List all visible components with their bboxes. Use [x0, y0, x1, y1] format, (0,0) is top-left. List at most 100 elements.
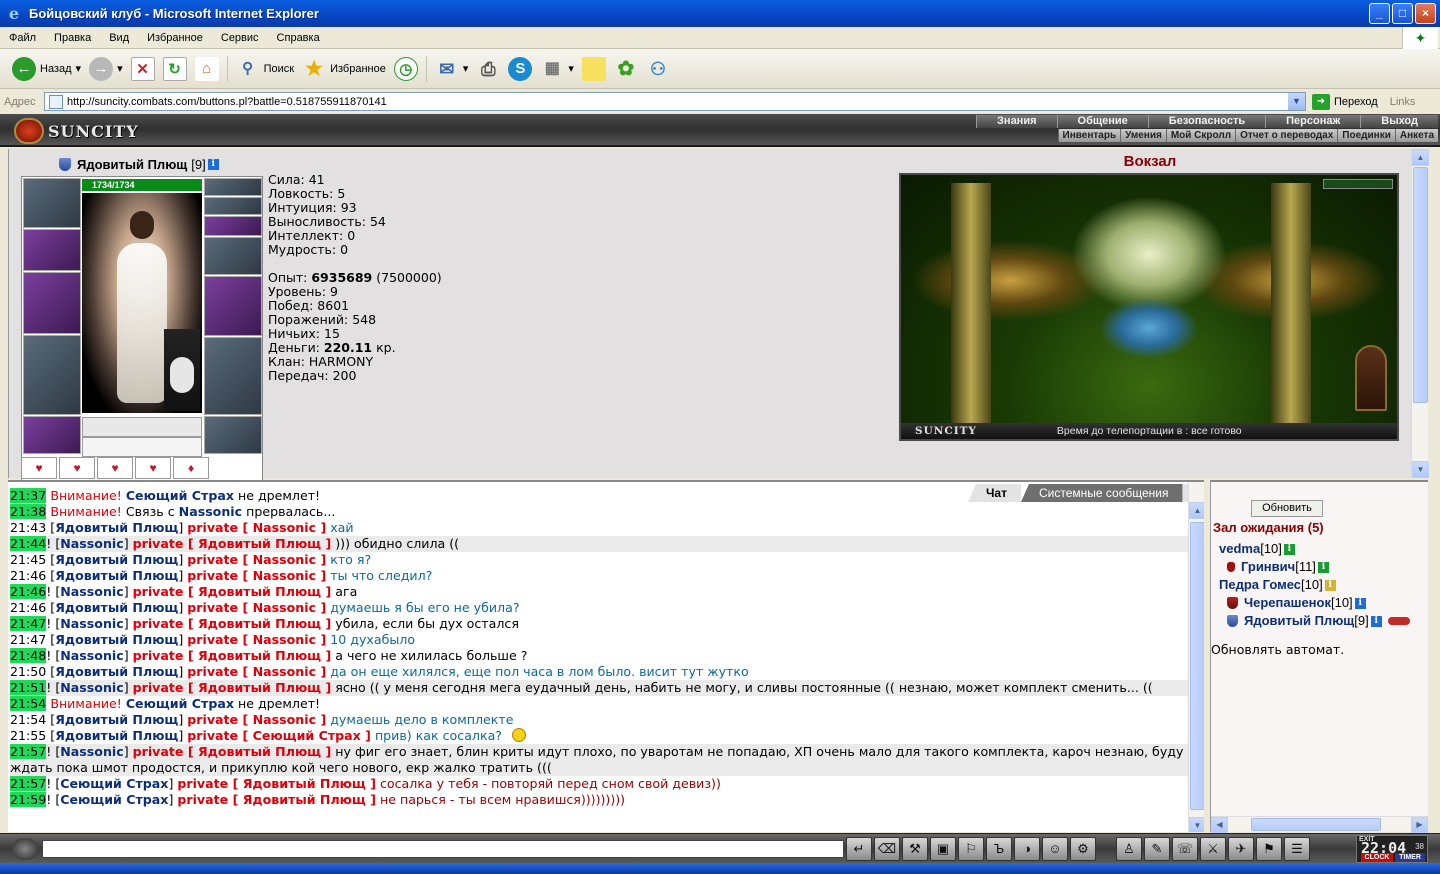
potion-bottle-icon[interactable]: ♦: [173, 457, 209, 479]
flag-icon[interactable]: ⚑: [1256, 837, 1282, 861]
nav-communication[interactable]: Общение: [1056, 115, 1148, 128]
chat-timestamp[interactable]: 21:57: [10, 776, 47, 791]
settings-icon[interactable]: ⚙: [1070, 837, 1096, 861]
earring-slot[interactable]: [204, 178, 262, 196]
private-tag[interactable]: private [ Ядовитый Плющ ]: [133, 616, 332, 631]
private-tag[interactable]: private [ Nassonic ]: [187, 520, 326, 535]
chat-nick[interactable]: Ядовитый Плющ: [55, 552, 178, 567]
tab-chat[interactable]: Чат: [968, 484, 1021, 502]
private-tag[interactable]: private [ Ядовитый Плющ ]: [133, 648, 332, 663]
chevron-down-icon[interactable]: ▼: [1288, 93, 1305, 110]
menu-favorites[interactable]: Избранное: [138, 32, 212, 44]
menu-file[interactable]: Файл: [0, 32, 45, 44]
minimize-button[interactable]: _: [1369, 3, 1390, 24]
rings-slot[interactable]: [204, 216, 262, 236]
tab-system-messages[interactable]: Системные сообщения: [1020, 484, 1183, 502]
private-tag[interactable]: private [ Сеющий Страх ]: [187, 728, 371, 743]
pants-slot[interactable]: [204, 337, 262, 415]
filter-icon[interactable]: ⚒: [902, 837, 928, 861]
ear-icon[interactable]: ◑: [1014, 837, 1040, 861]
armor-slot[interactable]: [23, 335, 81, 415]
mail-button[interactable]: ✉ ▾: [431, 53, 473, 85]
info-icon[interactable]: i: [207, 159, 219, 170]
helmet-slot[interactable]: [23, 178, 81, 228]
nav-security[interactable]: Безопасность: [1147, 115, 1266, 128]
user-row[interactable]: vedma [10] i: [1219, 540, 1410, 558]
location-image[interactable]: SUNCITY Время до телепортации в : все го…: [899, 173, 1399, 441]
refresh-button[interactable]: Обновить: [1251, 500, 1323, 517]
back-button[interactable]: ← Назад ▾: [8, 53, 85, 85]
translit-icon[interactable]: Ъ: [986, 837, 1012, 861]
chat-scrollbar[interactable]: ▲ ▼: [1188, 482, 1204, 832]
belt-slot[interactable]: [23, 416, 81, 454]
chevron-up-icon[interactable]: ▲: [1412, 149, 1429, 166]
home-button[interactable]: ⌂: [191, 53, 223, 85]
private-tag[interactable]: private [ Nassonic ]: [187, 712, 326, 727]
chevron-up-icon[interactable]: ▲: [1189, 502, 1204, 519]
chevron-left-icon[interactable]: ◀: [1211, 817, 1228, 833]
game-clock[interactable]: EXIT 22:04 38 CLOCK TIMER: [1356, 835, 1428, 863]
private-tag[interactable]: private [ Nassonic ]: [187, 632, 326, 647]
nav-character[interactable]: Персонаж: [1265, 115, 1361, 128]
bag-icon[interactable]: ✈: [1228, 837, 1254, 861]
maximize-button[interactable]: □: [1392, 3, 1413, 24]
smile-icon[interactable]: ☺: [1042, 837, 1068, 861]
nav-fights[interactable]: Поединки: [1337, 129, 1395, 142]
chat-timestamp[interactable]: 21:46: [10, 600, 46, 615]
icq-button[interactable]: ✿: [610, 53, 642, 85]
potion-heart-icon[interactable]: ♥: [97, 457, 133, 479]
chat-nick[interactable]: Ядовитый Плющ: [55, 568, 178, 583]
chat-nick[interactable]: Nassonic: [60, 680, 123, 695]
private-tag[interactable]: private [ Ядовитый Плющ ]: [133, 584, 332, 599]
menu-view[interactable]: Вид: [100, 32, 138, 44]
chat-nick[interactable]: Сеющий Страх: [126, 488, 234, 503]
send-icon[interactable]: ↵: [846, 837, 872, 861]
history-button[interactable]: ◷: [390, 53, 422, 85]
skype-button[interactable]: S: [504, 53, 536, 85]
info-icon[interactable]: i: [1317, 561, 1329, 573]
exit-door[interactable]: [1355, 345, 1387, 411]
refresh-page-button[interactable]: ↻: [159, 53, 191, 85]
smile-menu-icon[interactable]: [12, 838, 38, 860]
private-tag[interactable]: private [ Ядовитый Плющ ]: [177, 792, 376, 807]
info-icon[interactable]: i: [1370, 615, 1382, 627]
menu-edit[interactable]: Правка: [45, 32, 100, 44]
chat-nick[interactable]: Ядовитый Плющ: [55, 632, 178, 647]
bracer-slot[interactable]: [23, 229, 81, 271]
shield-slot[interactable]: [204, 276, 262, 336]
chat-nick[interactable]: Nassonic: [179, 504, 242, 519]
chat-nick[interactable]: Nassonic: [60, 648, 123, 663]
chat-nick[interactable]: Ядовитый Плющ: [55, 712, 178, 727]
pet-owl-icon[interactable]: [164, 329, 200, 411]
links-button[interactable]: Links: [1390, 96, 1416, 108]
auto-refresh-label[interactable]: Обновлять автомат.: [1211, 642, 1344, 657]
search-button[interactable]: ⚲ Поиск: [232, 53, 298, 85]
fight-icon[interactable]: ⚔: [1200, 837, 1226, 861]
close-button[interactable]: ×: [1415, 3, 1436, 24]
private-tag[interactable]: private [ Nassonic ]: [187, 568, 326, 583]
chat-timestamp[interactable]: 21:51: [10, 680, 47, 695]
chat-nick[interactable]: Nassonic: [60, 584, 123, 599]
scroll-icon[interactable]: ✎: [1144, 837, 1170, 861]
chevron-down-icon[interactable]: ▼: [1412, 461, 1429, 478]
nav-inventory[interactable]: Инвентарь: [1057, 129, 1121, 142]
chat-nick[interactable]: Ядовитый Плющ: [55, 600, 178, 615]
chevron-right-icon[interactable]: ▶: [1411, 817, 1428, 833]
address-input[interactable]: http://suncity.combats.com/buttons.pl?ba…: [44, 92, 1306, 111]
potion-heart-icon[interactable]: ♥: [135, 457, 171, 479]
belt-items[interactable]: [82, 417, 202, 437]
gloves-slot[interactable]: [204, 237, 262, 275]
private-tag[interactable]: private [ Ядовитый Плющ ]: [133, 744, 332, 759]
chat-timestamp[interactable]: 21:55: [10, 728, 46, 743]
panel-hscrollbar[interactable]: ◀ ▶: [1211, 816, 1428, 833]
notes-button[interactable]: [578, 53, 610, 85]
chat-timestamp[interactable]: 21:47: [10, 616, 47, 631]
private-tag[interactable]: private [ Nassonic ]: [187, 664, 326, 679]
edit-button[interactable]: ▦ ▾: [536, 53, 578, 85]
chat-timestamp[interactable]: 21:45: [10, 552, 46, 567]
potion-heart-icon[interactable]: ♥: [21, 457, 57, 479]
weapon-slot[interactable]: [23, 272, 81, 334]
chat-timestamp[interactable]: 21:38: [10, 504, 47, 519]
chat-timestamp[interactable]: 21:57: [10, 744, 47, 759]
user-row[interactable]: Ядовитый Плющ [9] i: [1219, 612, 1410, 630]
